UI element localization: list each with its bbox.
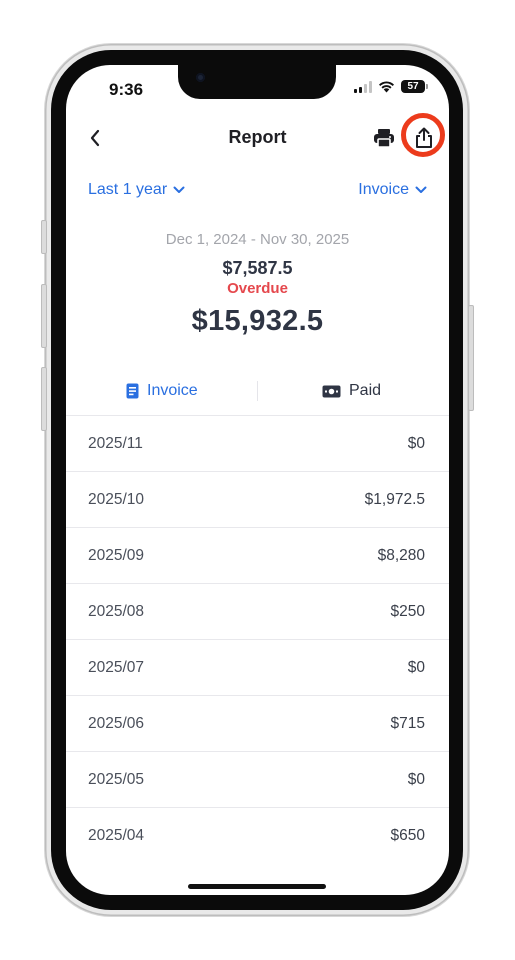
row-period: 2025/04: [88, 827, 145, 844]
cash-icon: [322, 385, 341, 397]
table-row[interactable]: 2025/07 $0: [66, 640, 449, 696]
tab-invoice[interactable]: Invoice: [126, 377, 198, 405]
chevron-down-icon: [173, 186, 185, 193]
screen: 9:36 57 Report Last 1 year Invoice Dec 1…: [66, 65, 449, 895]
row-amount: $0: [407, 659, 425, 676]
volume-down-button: [41, 367, 47, 431]
overdue-label: Overdue: [227, 280, 288, 297]
row-amount: $250: [390, 603, 425, 620]
row-amount: $650: [390, 827, 425, 844]
nav-bar: Report: [66, 123, 449, 153]
row-period: 2025/07: [88, 659, 145, 676]
notch: [178, 65, 336, 99]
status-icons: 57: [354, 80, 428, 93]
table-row[interactable]: 2025/04 $650: [66, 808, 449, 863]
share-highlight-circle: [401, 113, 445, 157]
row-amount: $0: [407, 771, 425, 788]
row-period: 2025/09: [88, 547, 145, 564]
row-amount: $0: [407, 435, 425, 452]
report-list: 2025/11 $0 2025/10 $1,972.5 2025/09 $8,2…: [66, 416, 449, 863]
wifi-icon: [379, 81, 394, 93]
power-button: [468, 305, 474, 411]
row-period: 2025/10: [88, 491, 145, 508]
table-row[interactable]: 2025/09 $8,280: [66, 528, 449, 584]
row-period: 2025/08: [88, 603, 145, 620]
filters: Last 1 year Invoice: [66, 181, 449, 205]
row-period: 2025/06: [88, 715, 145, 732]
front-camera: [196, 73, 205, 82]
row-amount: $1,972.5: [364, 491, 425, 508]
home-indicator[interactable]: [188, 884, 326, 889]
table-row[interactable]: 2025/10 $1,972.5: [66, 472, 449, 528]
silent-switch: [41, 220, 47, 254]
table-row[interactable]: 2025/08 $250: [66, 584, 449, 640]
table-row[interactable]: 2025/06 $715: [66, 696, 449, 752]
tab-divider: [257, 381, 258, 401]
tab-paid-label: Paid: [349, 382, 382, 399]
tabs: Invoice Paid: [66, 377, 449, 417]
overdue-amount: $7,587.5: [222, 258, 293, 278]
type-dropdown[interactable]: Invoice: [358, 181, 427, 199]
battery-icon: 57: [401, 80, 428, 93]
printer-icon: [374, 129, 394, 148]
period-dropdown[interactable]: Last 1 year: [88, 181, 185, 199]
row-period: 2025/11: [88, 435, 143, 452]
date-range: Dec 1, 2024 - Nov 30, 2025: [165, 231, 350, 248]
tab-invoice-label: Invoice: [147, 382, 198, 399]
document-icon: [126, 383, 139, 399]
table-row[interactable]: 2025/05 $0: [66, 752, 449, 808]
cellular-signal-icon: [354, 80, 372, 93]
summary: Dec 1, 2024 - Nov 30, 2025 $7,587.5 Over…: [66, 231, 449, 338]
row-amount: $715: [390, 715, 425, 732]
chevron-down-icon: [415, 186, 427, 193]
type-dropdown-label: Invoice: [358, 181, 409, 198]
total-amount: $15,932.5: [191, 305, 324, 337]
row-period: 2025/05: [88, 771, 145, 788]
row-amount: $8,280: [377, 547, 425, 564]
tab-paid[interactable]: Paid: [322, 377, 381, 405]
period-dropdown-label: Last 1 year: [88, 181, 168, 198]
print-button[interactable]: [369, 123, 399, 153]
volume-up-button: [41, 284, 47, 348]
table-row[interactable]: 2025/11 $0: [66, 416, 449, 472]
status-time: 9:36: [109, 80, 144, 99]
